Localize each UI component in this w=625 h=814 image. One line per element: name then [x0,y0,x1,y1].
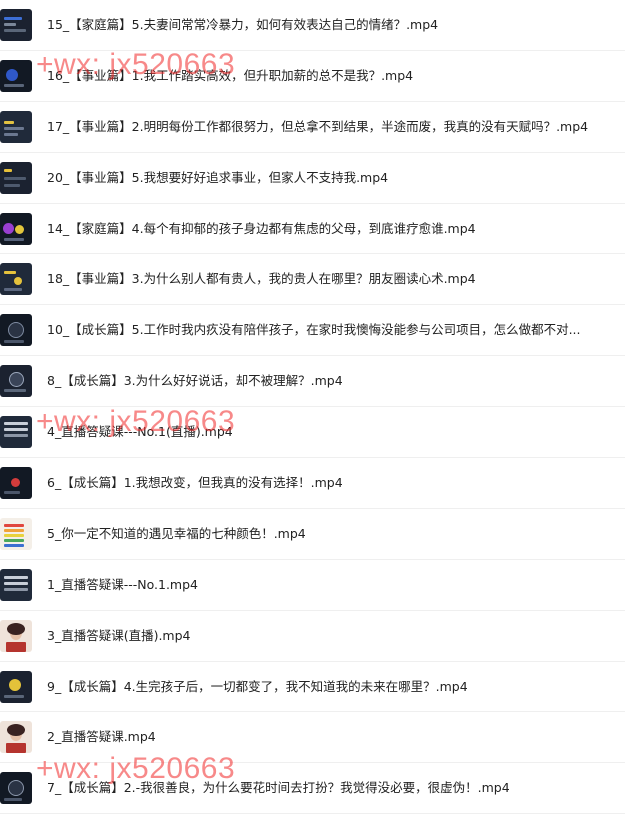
file-row[interactable]: 1_直播答疑课---No.1.mp4 [0,560,625,611]
file-name: 4_直播答疑课---No.1(直播).mp4 [47,424,233,440]
file-row[interactable]: 18_【事业篇】3.为什么别人都有贵人，我的贵人在哪里？朋友圈读心术.mp4 [0,254,625,306]
file-row[interactable]: 5_你一定不知道的遇见幸福的七种颜色！.mp4 [0,509,625,560]
video-thumbnail [0,263,32,296]
file-name: 20_【事业篇】5.我想要好好追求事业，但家人不支持我.mp4 [47,169,389,185]
file-list: 15_【家庭篇】5.夫妻间常常冷暴力，如何有效表达自己的情绪？.mp4 16_【… [0,0,625,814]
video-thumbnail [0,365,32,398]
file-row[interactable]: 16_【事业篇】1.我工作踏实高效，但升职加薪的总不是我？.mp4 [0,51,625,102]
video-thumbnail [0,9,32,41]
video-thumbnail [0,314,32,347]
video-thumbnail [0,467,32,500]
file-name: 9_【成长篇】4.生完孩子后，一切都变了，我不知道我的未来在哪里？.mp4 [47,678,468,694]
file-name: 6_【成长篇】1.我想改变，但我真的没有选择！.mp4 [47,475,343,491]
file-name: 1_直播答疑课---No.1.mp4 [47,576,198,592]
video-thumbnail [0,721,32,754]
file-row[interactable]: 4_直播答疑课---No.1(直播).mp4 [0,407,625,459]
video-thumbnail [0,517,32,550]
file-row[interactable]: 14_【家庭篇】4.每个有抑郁的孩子身边都有焦虑的父母，到底谁疗愈谁.mp4 [0,204,625,255]
file-name: 7_【成长篇】2.-我很善良，为什么要花时间去打扮？我觉得没必要，很虚伪！.mp… [47,780,510,796]
file-row[interactable]: 17_【事业篇】2.明明每份工作都很努力，但总拿不到结果，半途而废，我真的没有天… [0,102,625,153]
file-row[interactable]: 9_【成长篇】4.生完孩子后，一切都变了，我不知道我的未来在哪里？.mp4 [0,662,625,713]
video-thumbnail [0,619,32,652]
file-name: 2_直播答疑课.mp4 [47,729,156,745]
file-row[interactable]: 8_【成长篇】3.为什么好好说话，却不被理解？.mp4 [0,356,625,408]
file-name: 8_【成长篇】3.为什么好好说话，却不被理解？.mp4 [47,373,343,389]
video-thumbnail [0,772,32,805]
file-row[interactable]: 6_【成长篇】1.我想改变，但我真的没有选择！.mp4 [0,458,625,509]
file-name: 15_【家庭篇】5.夫妻间常常冷暴力，如何有效表达自己的情绪？.mp4 [47,17,439,32]
video-thumbnail [0,59,32,92]
video-thumbnail [0,161,32,194]
file-name: 18_【事业篇】3.为什么别人都有贵人，我的贵人在哪里？朋友圈读心术.mp4 [47,271,476,287]
file-name: 3_直播答疑课(直播).mp4 [47,627,191,643]
file-name: 10_【成长篇】5.工作时我内疚没有陪伴孩子，在家时我懊悔没能参与公司项目，怎么… [47,322,581,338]
file-row[interactable]: 3_直播答疑课(直播).mp4 [0,611,625,662]
file-row[interactable]: 7_【成长篇】2.-我很善良，为什么要花时间去打扮？我觉得没必要，很虚伪！.mp… [0,763,625,814]
video-thumbnail [0,670,32,703]
video-thumbnail [0,212,32,245]
file-name: 14_【家庭篇】4.每个有抑郁的孩子身边都有焦虑的父母，到底谁疗愈谁.mp4 [47,220,476,236]
file-row[interactable]: 20_【事业篇】5.我想要好好追求事业，但家人不支持我.mp4 [0,153,625,204]
video-thumbnail [0,110,32,143]
file-name: 16_【事业篇】1.我工作踏实高效，但升职加薪的总不是我？.mp4 [47,67,414,83]
file-name: 5_你一定不知道的遇见幸福的七种颜色！.mp4 [47,525,306,541]
file-row[interactable]: 2_直播答疑课.mp4 [0,712,625,764]
video-thumbnail [0,568,32,601]
file-row[interactable]: 10_【成长篇】5.工作时我内疚没有陪伴孩子，在家时我懊悔没能参与公司项目，怎么… [0,305,625,357]
file-row[interactable]: 15_【家庭篇】5.夫妻间常常冷暴力，如何有效表达自己的情绪？.mp4 [0,0,625,51]
video-thumbnail [0,416,32,449]
file-name: 17_【事业篇】2.明明每份工作都很努力，但总拿不到结果，半途而废，我真的没有天… [47,118,589,134]
